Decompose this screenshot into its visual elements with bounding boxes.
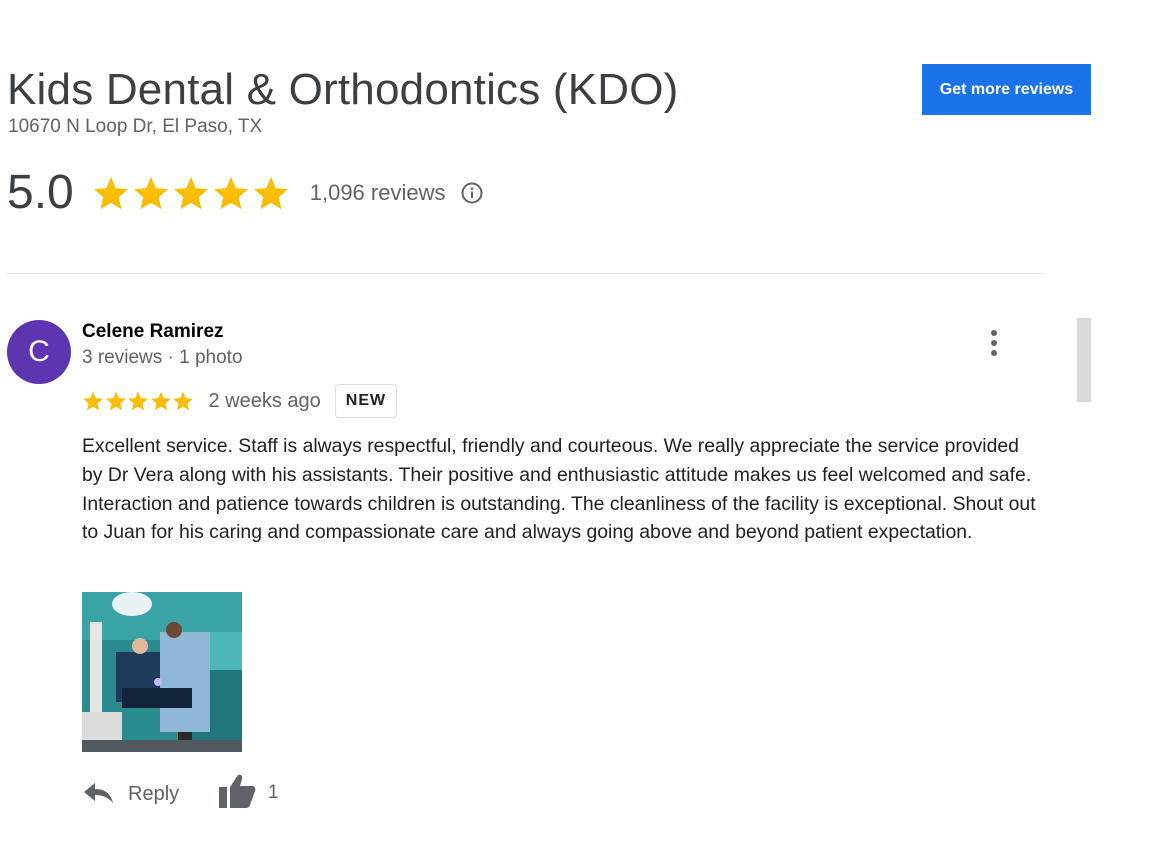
like-count: 1 [268, 782, 279, 803]
review-rating-row: 2 weeks ago NEW [82, 383, 398, 419]
star-icon [83, 391, 103, 411]
star-icon [253, 176, 288, 210]
overall-stars [92, 174, 292, 212]
star-icon [213, 176, 248, 210]
reviewer-name[interactable]: Celene Ramirez [82, 320, 224, 344]
reply-label: Reply [128, 782, 180, 805]
star-icon [93, 176, 128, 210]
info-icon[interactable] [460, 181, 484, 205]
avatar[interactable]: C [7, 320, 71, 384]
reviews-page: Kids Dental & Orthodontics (KDO) 10670 N… [0, 0, 1167, 846]
get-more-reviews-button[interactable]: Get more reviews [922, 64, 1091, 115]
review-photo[interactable] [82, 592, 242, 752]
star-icon [150, 391, 171, 411]
scrollbar[interactable] [1077, 318, 1091, 402]
reply-button[interactable]: Reply [82, 774, 179, 814]
thumbs-up-icon [218, 773, 256, 814]
star-icon [173, 176, 208, 210]
new-badge: NEW [334, 384, 398, 418]
star-icon [105, 391, 126, 411]
business-name: Kids Dental & Orthodontics (KDO) [7, 65, 679, 114]
star-icon [128, 391, 148, 411]
review-date: 2 weeks ago [208, 389, 321, 412]
rating-value: 5.0 [7, 166, 74, 219]
review-count: 1,096 reviews [309, 180, 446, 205]
more-vertical-icon[interactable] [980, 326, 1008, 360]
divider [7, 273, 1045, 274]
business-address: 10670 N Loop Dr, El Paso, TX [8, 116, 263, 137]
reply-icon [82, 780, 114, 809]
star-icon [173, 391, 193, 411]
overall-rating: 5.0 1,096 reviews [7, 163, 484, 223]
star-icon [133, 176, 168, 210]
reviewer-meta: 3 reviews · 1 photo [82, 347, 243, 368]
review-text: Excellent service. Staff is always respe… [82, 435, 1036, 544]
review-stars [82, 390, 195, 412]
like-button[interactable]: 1 [218, 772, 279, 814]
